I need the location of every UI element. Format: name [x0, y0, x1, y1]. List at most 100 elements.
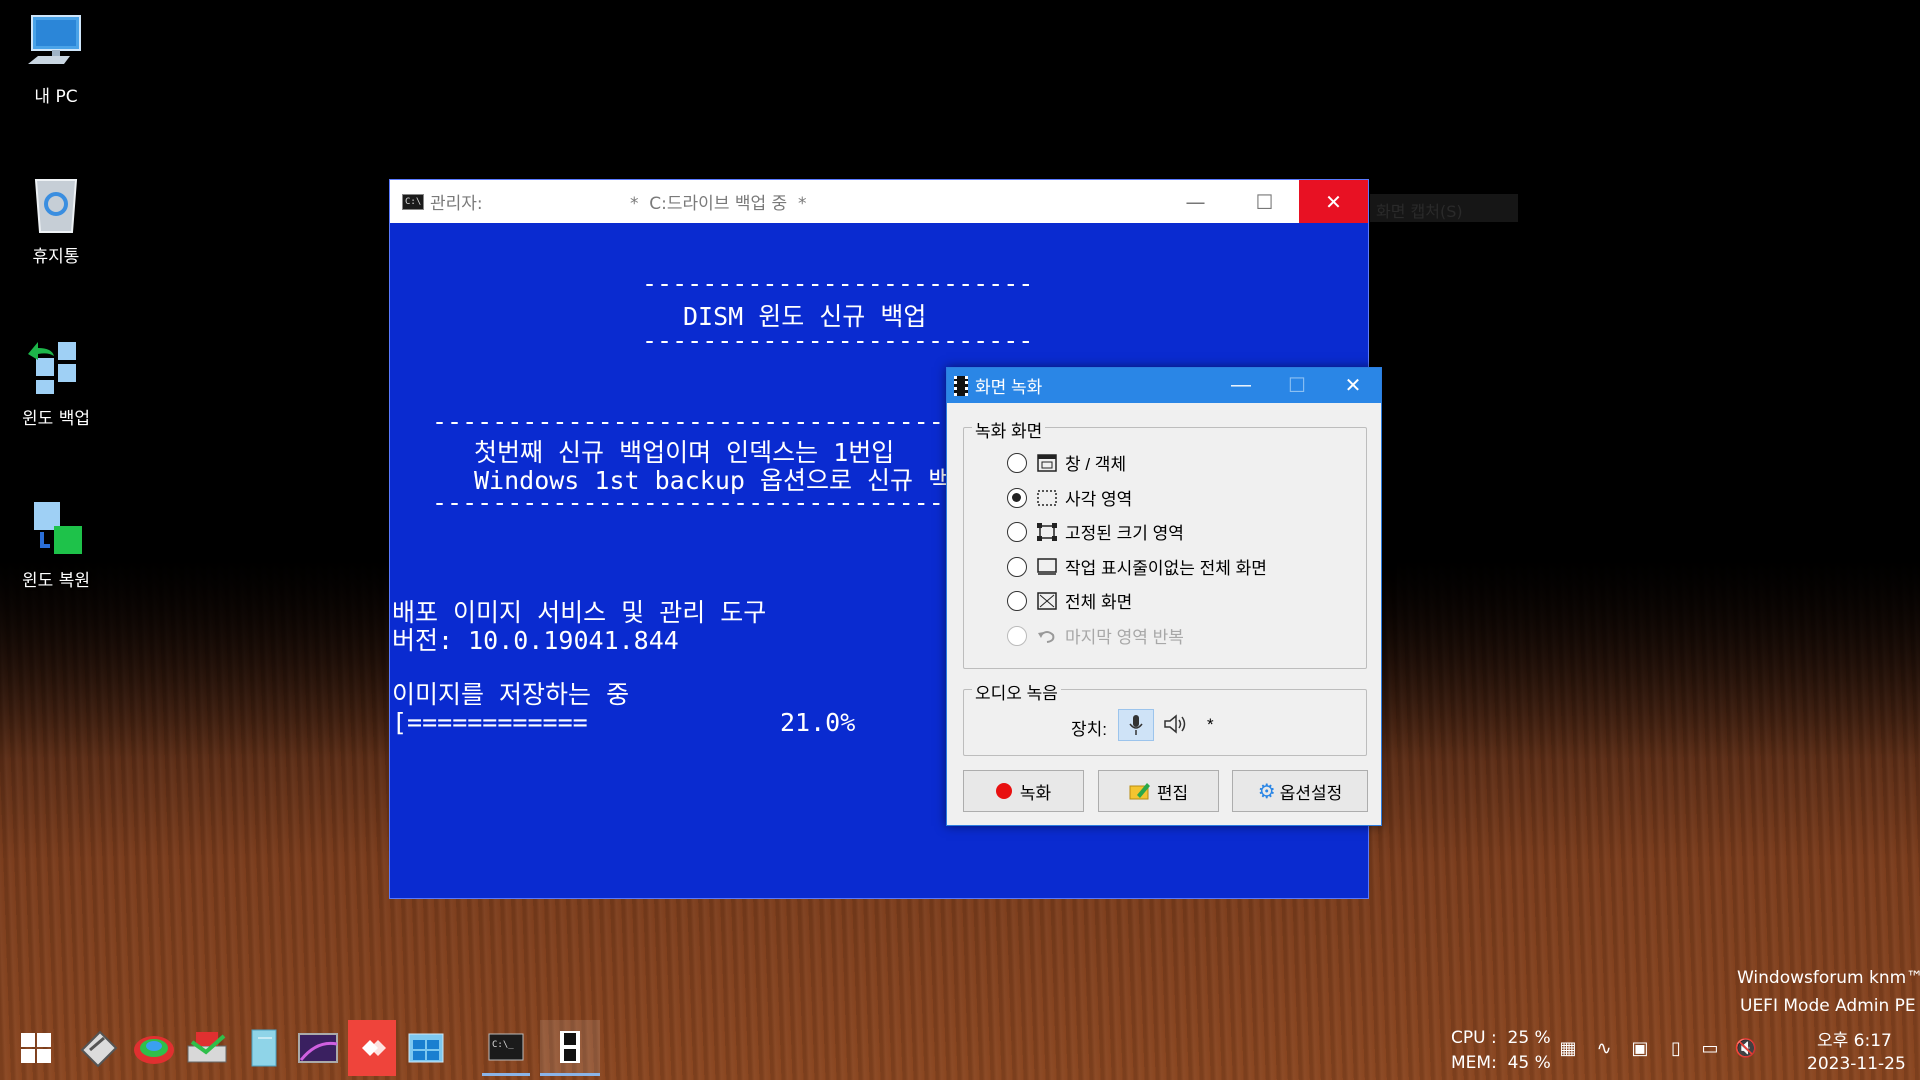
taskbar-app-backup-tool[interactable]	[184, 1020, 232, 1076]
radio-button[interactable]	[1007, 556, 1027, 577]
radio-button-disabled	[1007, 625, 1027, 646]
start-icon	[21, 1033, 51, 1063]
activity-icon[interactable]: ∿	[1592, 1038, 1616, 1060]
backup-tool-icon	[187, 1032, 227, 1063]
cpu-usage: CPU : 25 %	[1451, 1028, 1551, 1048]
recorder-minimize-button[interactable]: —	[1213, 368, 1269, 403]
windows-backup-icon	[24, 334, 88, 398]
speaker-button[interactable]	[1163, 712, 1191, 738]
taskbar-app-cmd[interactable]: C:\_	[482, 1020, 530, 1076]
edit-button[interactable]: 편집	[1098, 770, 1219, 812]
console-version: 버전: 10.0.19041.844	[392, 626, 679, 655]
recorder-close-button[interactable]: ✕	[1325, 368, 1381, 403]
option-label: 사각 영역	[1065, 490, 1133, 509]
repeat-last-area-icon	[1037, 627, 1057, 645]
clock-time[interactable]: 오후 6:17	[1817, 1026, 1892, 1051]
console-maximize-button[interactable]: ☐	[1230, 180, 1299, 223]
recorder-maximize-button: ☐	[1288, 375, 1306, 397]
taskbar-app-screen-recorder[interactable]	[540, 1020, 600, 1076]
desktop-icon-label: 휴지통	[32, 247, 80, 267]
radio-button[interactable]	[1007, 521, 1027, 542]
cmd-icon: C:\	[402, 193, 424, 210]
start-button[interactable]	[12, 1020, 60, 1076]
memory-usage: MEM: 45 %	[1451, 1053, 1551, 1073]
desktop-icon-my-pc[interactable]: 내 PC	[1, 12, 111, 107]
speaker-icon	[1164, 714, 1186, 734]
disk-tool-icon	[80, 1030, 118, 1068]
console-rule: --------------------------	[642, 269, 1034, 298]
microphone-icon	[1129, 715, 1143, 735]
recorder-title: 화면 녹화	[975, 378, 1043, 397]
recorder-titlebar[interactable]: 화면 녹화 — ☐ ✕	[947, 368, 1381, 403]
desktop-icon-windows-restore[interactable]: 윈도 복원	[1, 496, 111, 591]
clock-date[interactable]: 2023-11-25	[1807, 1054, 1906, 1074]
option-repeat-last-area: 마지막 영역 반복	[1007, 623, 1184, 648]
monitor-icon	[24, 12, 88, 76]
option-label: 고정된 크기 영역	[1065, 524, 1184, 543]
taskbar-app-image-viewer[interactable]	[294, 1020, 342, 1076]
radio-button[interactable]	[1007, 590, 1027, 611]
console-close-button[interactable]: ✕	[1299, 180, 1368, 223]
taskbar-app-disk-tool[interactable]	[74, 1020, 122, 1076]
network-disconnected-icon[interactable]: ▣	[1628, 1038, 1652, 1060]
desktop-icon-label: 윈도 백업	[22, 409, 90, 429]
radio-button[interactable]	[1007, 452, 1027, 473]
taskbar-app-windows-setup[interactable]	[402, 1020, 450, 1076]
option-window-object[interactable]: 창 / 객체	[1007, 450, 1126, 475]
windows-setup-icon	[408, 1033, 444, 1063]
desktop-icon-label: 윈도 복원	[22, 571, 90, 591]
partition-tool-icon	[134, 1036, 174, 1064]
anydesk-icon	[362, 1040, 386, 1056]
desktop-icon-windows-backup[interactable]: 윈도 백업	[1, 334, 111, 429]
taskbar-app-partition-tool[interactable]	[130, 1020, 178, 1076]
option-fullscreen[interactable]: 전체 화면	[1007, 588, 1132, 613]
console-title-prefix: 관리자:	[430, 194, 483, 214]
console-progress-bar: [============	[392, 708, 588, 737]
console-progress-percent: 21.0%	[780, 708, 856, 737]
record-dot-icon	[995, 783, 1012, 799]
edit-button-label: 편집	[1156, 783, 1189, 803]
console-titlebar[interactable]: C:\ 관리자: * C:드라이브 백업 중 * — ☐ ✕	[390, 180, 1368, 223]
console-rule: --------------------------	[642, 326, 1034, 355]
microphone-button[interactable]	[1118, 709, 1154, 741]
option-fixed-size-area[interactable]: 고정된 크기 영역	[1007, 519, 1184, 544]
image-viewer-icon	[298, 1033, 338, 1063]
option-label: 작업 표시줄이없는 전체 화면	[1065, 559, 1267, 578]
watermark-line1: Windowsforum knm™	[1737, 968, 1920, 988]
edit-folder-icon	[1129, 783, 1150, 800]
fullscreen-icon	[1037, 591, 1057, 610]
film-icon	[954, 375, 968, 396]
volume-muted-icon[interactable]: 🔇	[1734, 1038, 1758, 1060]
cmd-icon: C:\_	[488, 1033, 524, 1060]
fixed-size-area-icon	[1037, 522, 1057, 541]
record-button-label: 녹화	[1019, 783, 1052, 803]
option-label: 창 / 객체	[1065, 455, 1127, 474]
capture-hint: 화면 캡처(S)	[1370, 194, 1518, 222]
notebook-icon	[251, 1029, 277, 1067]
device-label: 장치:	[1071, 720, 1108, 739]
option-label: 마지막 영역 반복	[1065, 628, 1184, 647]
console-minimize-button[interactable]: —	[1161, 180, 1230, 223]
usb-drive-icon[interactable]: ▯	[1664, 1038, 1688, 1060]
desktop-icon-recycle-bin[interactable]: 휴지통	[1, 172, 111, 267]
gear-icon: ⚙	[1257, 780, 1276, 803]
desktop-icon-label: 내 PC	[34, 87, 78, 107]
options-button[interactable]: ⚙ 옵션설정	[1232, 770, 1368, 812]
radio-button-checked[interactable]	[1007, 487, 1027, 508]
taskbar-app-notebook[interactable]	[240, 1020, 288, 1076]
option-rectangle-area[interactable]: 사각 영역	[1007, 485, 1132, 510]
console-title: * C:드라이브 백업 중 *	[630, 194, 807, 214]
film-icon	[560, 1030, 580, 1063]
audio-group-label: 오디오 녹음	[972, 679, 1061, 704]
film-tray-icon[interactable]: ▦	[1556, 1038, 1580, 1060]
battery-icon[interactable]: ▭	[1698, 1038, 1722, 1060]
taskbar-app-anydesk[interactable]	[348, 1020, 396, 1076]
fullscreen-no-taskbar-icon	[1037, 557, 1057, 576]
record-button[interactable]: 녹화	[963, 770, 1084, 812]
console-info-line: 첫번째 신규 백업이며 인덱스는 1번입	[474, 438, 895, 467]
screen-recorder-dialog[interactable]: 화면 녹화 — ☐ ✕ 녹화 화면 창 / 객체 사각 영역 고정된 크기 영역…	[946, 367, 1382, 826]
record-screen-group-label: 녹화 화면	[972, 417, 1046, 442]
console-tool-name: 배포 이미지 서비스 및 관리 도구	[392, 598, 767, 627]
svg-text:C:\_: C:\_	[492, 1040, 514, 1050]
option-fullscreen-no-taskbar[interactable]: 작업 표시줄이없는 전체 화면	[1007, 554, 1267, 579]
